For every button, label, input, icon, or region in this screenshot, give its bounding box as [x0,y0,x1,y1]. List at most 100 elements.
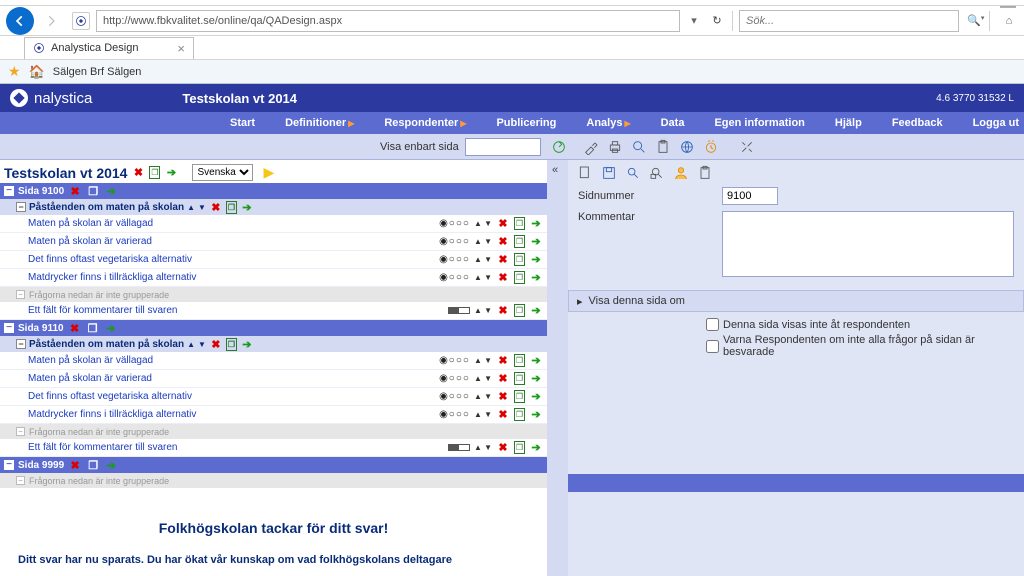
hammer-icon[interactable] [581,137,601,157]
move-right-icon[interactable]: ➔ [240,200,254,214]
question-row[interactable]: Det finns oftast vegetariska alternativ◉… [0,251,547,269]
delete-icon[interactable]: ✖ [131,166,145,180]
folder-icon[interactable]: 🏠 [29,64,45,80]
menu-egen-info[interactable]: Egen information [714,117,804,129]
move-right-icon[interactable]: ➔ [529,441,543,455]
refresh-icon[interactable]: ↻ [708,14,726,27]
collapse-icon[interactable]: − [4,323,14,333]
apply-icon[interactable] [549,137,569,157]
page-header[interactable]: − Sida 9100 ✖ ❐ ➔ [0,183,547,199]
move-right-icon[interactable]: ➔ [104,321,118,335]
sidnummer-input[interactable] [722,187,778,205]
question-row[interactable]: Maten på skolan är vällagad◉○○○▲ ▼✖❐➔ [0,352,547,370]
section-header[interactable]: − Påståenden om maten på skolan ▲ ▼ ✖ ❐ … [0,199,547,215]
condition-accordion[interactable]: ▸ Visa denna sida om [568,290,1024,312]
move-right-icon[interactable]: ➔ [529,390,543,404]
delete-icon[interactable]: ✖ [496,354,510,368]
search-input[interactable] [739,10,959,32]
move-down-icon[interactable]: ▼ [198,203,206,212]
clipboard2-icon[interactable] [696,164,714,182]
copy-icon[interactable]: ❐ [86,321,100,335]
page-header[interactable]: − Sida 9110 ✖ ❐ ➔ [0,320,547,336]
search-icon[interactable] [624,164,642,182]
move-right-icon[interactable]: ➔ [529,372,543,386]
move-right-icon[interactable]: ➔ [529,271,543,285]
copy-icon[interactable]: ❐ [86,184,100,198]
menu-start[interactable]: Start [230,117,255,129]
question-row[interactable]: Maten på skolan är varierad◉○○○▲ ▼✖❐➔ [0,233,547,251]
delete-icon[interactable]: ✖ [496,271,510,285]
back-button[interactable] [6,7,34,35]
copy-icon[interactable]: ❐ [514,372,525,385]
move-right-icon[interactable]: ➔ [529,408,543,422]
url-input[interactable] [96,10,680,32]
move-right-icon[interactable]: ➔ [529,354,543,368]
language-select[interactable]: Svenska [192,164,253,181]
splitter[interactable]: « [548,160,568,576]
copy-icon[interactable]: ❐ [514,304,525,317]
menu-hjalp[interactable]: Hjälp [835,117,862,129]
move-right-icon[interactable]: ➔ [164,166,178,180]
warn-checkbox[interactable]: Varna Respondenten om inte alla frågor p… [706,334,1014,358]
reorder-icons[interactable]: ▲ ▼ [474,356,492,365]
move-right-icon[interactable]: ➔ [529,253,543,267]
collapse-icon[interactable]: − [16,476,25,485]
delete-icon[interactable]: ✖ [68,184,82,198]
delete-icon[interactable]: ✖ [496,217,510,231]
delete-icon[interactable]: ✖ [496,441,510,455]
copy-icon[interactable]: ❐ [226,338,237,351]
delete-icon[interactable]: ✖ [496,253,510,267]
search-icon[interactable]: 🔍▾ [965,14,983,27]
menu-analys[interactable]: Analys▶ [586,117,630,129]
menu-data[interactable]: Data [661,117,685,129]
save-icon[interactable] [600,164,618,182]
delete-icon[interactable]: ✖ [496,235,510,249]
menu-respondenter[interactable]: Respondenter▶ [384,117,466,129]
copy-icon[interactable]: ❐ [226,201,237,214]
move-right-icon[interactable]: ➔ [529,235,543,249]
collapse-icon[interactable]: − [16,290,25,299]
question-row[interactable]: Maten på skolan är vällagad◉○○○▲ ▼✖❐➔ [0,215,547,233]
new-page-icon[interactable] [576,164,594,182]
delete-icon[interactable]: ✖ [68,321,82,335]
reorder-icons[interactable]: ▲ ▼ [474,273,492,282]
collapse-icon[interactable]: − [16,339,26,349]
reorder-icons[interactable]: ▲ ▼ [474,306,492,315]
forward-button[interactable] [40,10,62,32]
copy-icon[interactable]: ❐ [514,390,525,403]
clock-icon[interactable] [701,137,721,157]
question-row[interactable]: Maten på skolan är varierad◉○○○▲ ▼✖❐➔ [0,370,547,388]
flag-icon[interactable]: ▶ [263,164,274,181]
clipboard-icon[interactable] [653,137,673,157]
globe-icon[interactable] [677,137,697,157]
delete-icon[interactable]: ✖ [496,390,510,404]
menu-definitioner[interactable]: Definitioner▶ [285,117,354,129]
copy-icon[interactable]: ❐ [514,441,525,454]
reorder-icons[interactable]: ▲ ▼ [474,392,492,401]
delete-icon[interactable]: ✖ [496,408,510,422]
move-right-icon[interactable]: ➔ [104,184,118,198]
browser-tab[interactable]: Analystica Design × [24,37,194,59]
reorder-icons[interactable]: ▲ ▼ [474,374,492,383]
tools-icon[interactable] [737,137,757,157]
collapse-left-icon[interactable]: « [552,164,558,176]
collapse-icon[interactable]: − [16,202,26,212]
copy-icon[interactable]: ❐ [514,217,525,230]
collapse-icon[interactable]: − [16,427,25,436]
page-filter-input[interactable] [465,138,541,156]
move-right-icon[interactable]: ➔ [529,217,543,231]
move-up-icon[interactable]: ▲ [187,203,195,212]
question-row[interactable]: Matdrycker finns i tillräckliga alternat… [0,269,547,287]
delete-icon[interactable]: ✖ [496,304,510,318]
delete-icon[interactable]: ✖ [209,337,223,351]
user-icon[interactable] [672,164,690,182]
favorite-link[interactable]: Sälgen Brf Sälgen [53,66,142,78]
kommentar-textarea[interactable] [722,211,1014,277]
minimize-btn[interactable]: — [1000,0,1016,16]
delete-icon[interactable]: ✖ [209,200,223,214]
tab-close-icon[interactable]: × [177,41,185,56]
copy-icon[interactable]: ❐ [514,235,525,248]
menu-feedback[interactable]: Feedback [892,117,943,129]
menu-publicering[interactable]: Publicering [496,117,556,129]
copy-icon[interactable]: ❐ [514,271,525,284]
